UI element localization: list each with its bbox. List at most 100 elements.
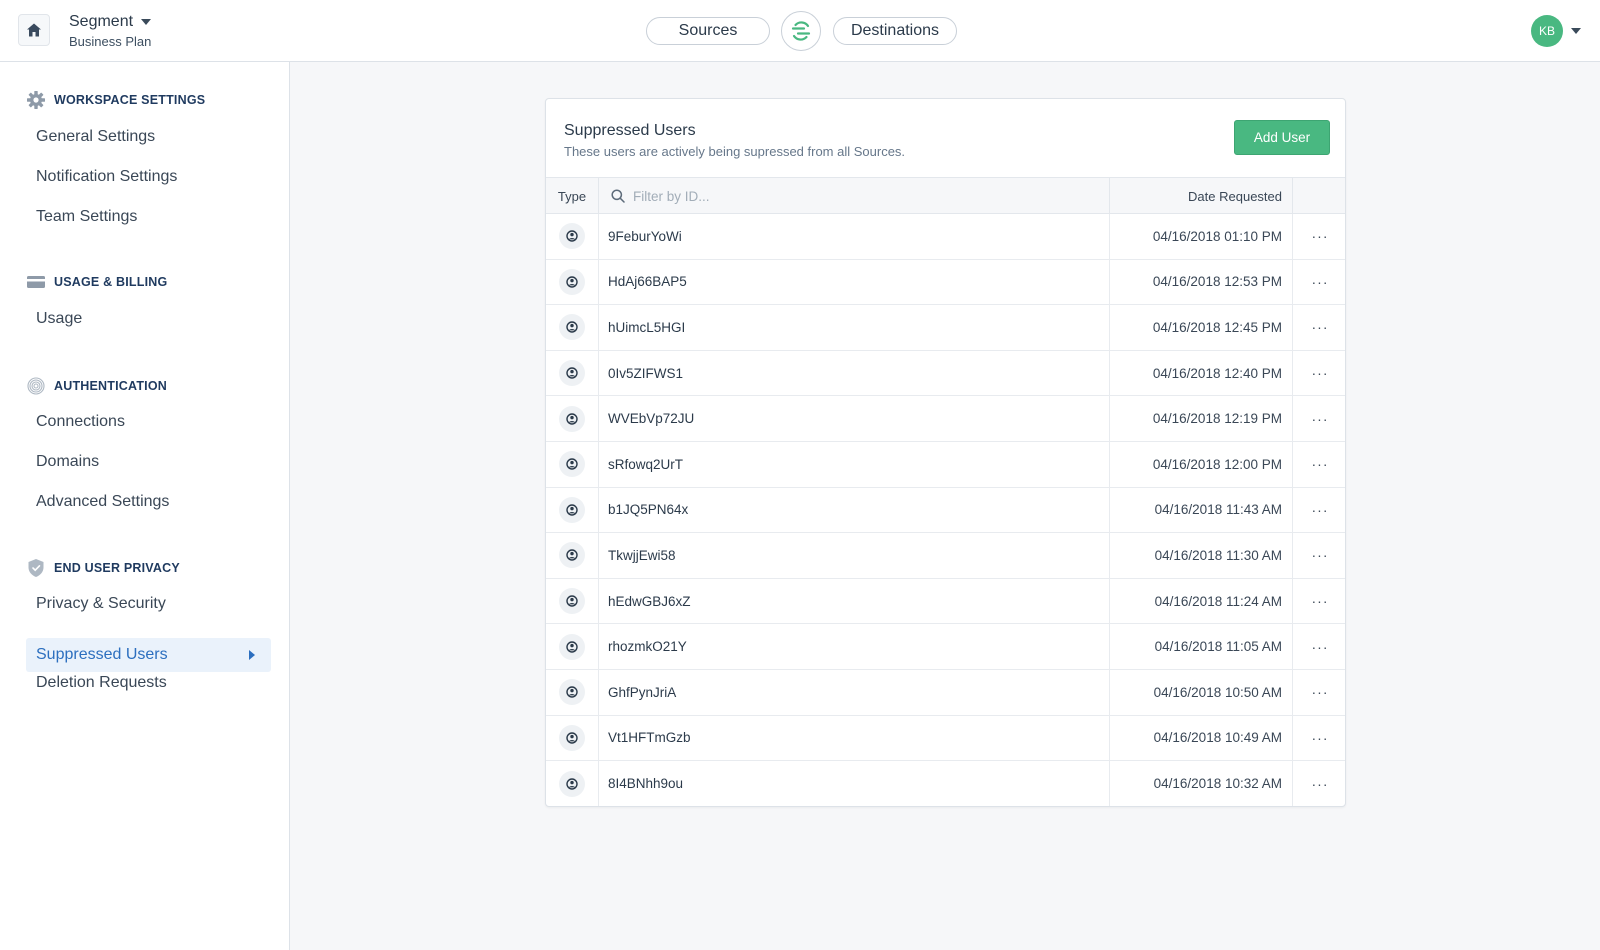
user-id-type-icon	[559, 542, 585, 569]
user-id: 9FeburYoWi	[599, 214, 1110, 259]
type-cell	[546, 761, 599, 806]
date-requested: 04/16/2018 12:45 PM	[1110, 305, 1293, 350]
sidebar-item-advanced-settings[interactable]: Advanced Settings	[26, 485, 271, 519]
row-more-options-button[interactable]: ···	[1293, 260, 1345, 305]
destinations-button[interactable]: Destinations	[833, 17, 957, 45]
table-row[interactable]: b1JQ5PN64x 04/16/2018 11:43 AM ···	[546, 487, 1345, 534]
section-authentication: AUTHENTICATION	[26, 376, 167, 396]
filter-cell	[599, 178, 1110, 214]
type-cell	[546, 578, 599, 624]
row-more-options-button[interactable]: ···	[1293, 305, 1345, 350]
table-row[interactable]: 8I4BNhh9ou 04/16/2018 10:32 AM ···	[546, 761, 1345, 806]
user-id: TkwjjEwi58	[599, 533, 1110, 578]
segment-logo-button[interactable]	[781, 11, 821, 51]
card-title: Suppressed Users	[564, 122, 696, 139]
workspace-switcher[interactable]: Segment Business Plan	[69, 13, 151, 49]
date-requested: 04/16/2018 01:10 PM	[1110, 214, 1293, 259]
sidebar-item-privacy-security[interactable]: Privacy & Security	[26, 587, 271, 621]
row-more-options-button[interactable]: ···	[1293, 214, 1345, 259]
date-requested: 04/16/2018 10:49 AM	[1110, 715, 1293, 761]
chevron-right-icon	[249, 650, 255, 660]
table-row[interactable]: TkwjjEwi58 04/16/2018 11:30 AM ···	[546, 533, 1345, 579]
user-id: HdAj66BAP5	[599, 259, 1110, 305]
row-more-options-button[interactable]: ···	[1293, 716, 1345, 761]
table-header: Type Date Requested	[546, 177, 1345, 214]
user-id: 8I4BNhh9ou	[599, 761, 1110, 806]
table-row[interactable]: rhozmkO21Y 04/16/2018 11:05 AM ···	[546, 624, 1345, 670]
sidebar-item-domains[interactable]: Domains	[26, 445, 271, 479]
filter-input[interactable]	[633, 188, 1033, 204]
row-more-options-button[interactable]: ···	[1293, 579, 1345, 624]
row-more-options-button[interactable]: ···	[1293, 533, 1345, 578]
date-requested: 04/16/2018 12:00 PM	[1110, 441, 1293, 487]
sidebar-item-usage[interactable]: Usage	[26, 302, 271, 336]
section-title: AUTHENTICATION	[54, 379, 167, 393]
table-row[interactable]: 9FeburYoWi 04/16/2018 01:10 PM ···	[546, 214, 1345, 260]
row-more-options-button[interactable]: ···	[1293, 351, 1345, 396]
type-cell	[546, 259, 599, 305]
user-id-type-icon	[559, 451, 585, 478]
add-user-button[interactable]: Add User	[1234, 120, 1330, 155]
table-row[interactable]: GhfPynJriA 04/16/2018 10:50 AM ···	[546, 669, 1345, 716]
top-bar: Segment Business Plan Sources Destinatio…	[0, 0, 1600, 62]
user-id: rhozmkO21Y	[599, 624, 1110, 669]
row-more-options-button[interactable]: ···	[1293, 624, 1345, 669]
credit-card-icon	[26, 272, 46, 292]
date-requested: 04/16/2018 12:19 PM	[1110, 396, 1293, 441]
table-row[interactable]: HdAj66BAP5 04/16/2018 12:53 PM ···	[546, 259, 1345, 306]
table-row[interactable]: 0Iv5ZIFWS1 04/16/2018 12:40 PM ···	[546, 350, 1345, 397]
date-requested: 04/16/2018 10:32 AM	[1110, 761, 1293, 806]
row-more-options-button[interactable]: ···	[1293, 396, 1345, 441]
type-cell	[546, 350, 599, 396]
sidebar-item-deletion-requests[interactable]: Deletion Requests	[26, 666, 271, 700]
card-subtitle: These users are actively being supressed…	[564, 144, 906, 159]
table-row[interactable]: WVEbVp72JU 04/16/2018 12:19 PM ···	[546, 396, 1345, 442]
sidebar-item-notification-settings[interactable]: Notification Settings	[26, 160, 271, 194]
user-id-type-icon	[559, 360, 585, 387]
type-cell	[546, 305, 599, 350]
user-id-type-icon	[559, 268, 585, 295]
date-requested: 04/16/2018 11:43 AM	[1110, 487, 1293, 533]
user-id: GhfPynJriA	[599, 669, 1110, 715]
column-header-type: Type	[546, 178, 599, 214]
user-id-type-icon	[559, 770, 585, 797]
date-requested: 04/16/2018 11:30 AM	[1110, 533, 1293, 578]
row-more-options-button[interactable]: ···	[1293, 442, 1345, 487]
section-workspace-settings: WORKSPACE SETTINGS	[26, 90, 205, 110]
user-id-type-icon	[559, 633, 585, 660]
type-cell	[546, 396, 599, 441]
user-id-type-icon	[559, 724, 585, 751]
user-id-type-icon	[559, 314, 585, 341]
type-cell	[546, 715, 599, 761]
type-cell	[546, 441, 599, 487]
date-requested: 04/16/2018 11:05 AM	[1110, 624, 1293, 669]
chevron-down-icon	[141, 19, 152, 25]
home-button[interactable]	[18, 14, 50, 46]
shield-icon	[26, 558, 46, 578]
segment-logo-icon	[791, 21, 811, 41]
suppressed-users-card: Suppressed Users These users are activel…	[545, 98, 1346, 807]
table-row[interactable]: sRfowq2UrT 04/16/2018 12:00 PM ···	[546, 441, 1345, 488]
user-id-type-icon	[559, 405, 585, 432]
chevron-down-icon[interactable]	[1571, 28, 1581, 34]
sidebar-item-connections[interactable]: Connections	[26, 405, 271, 439]
user-id: Vt1HFTmGzb	[599, 715, 1110, 761]
column-header-date-requested[interactable]: Date Requested	[1110, 178, 1293, 214]
row-more-options-button[interactable]: ···	[1293, 670, 1345, 715]
type-cell	[546, 533, 599, 578]
table-row[interactable]: hEdwGBJ6xZ 04/16/2018 11:24 AM ···	[546, 578, 1345, 625]
sources-button[interactable]: Sources	[646, 17, 770, 45]
sidebar-item-team-settings[interactable]: Team Settings	[26, 200, 271, 234]
home-icon	[27, 23, 41, 37]
table-row[interactable]: hUimcL5HGI 04/16/2018 12:45 PM ···	[546, 305, 1345, 351]
row-more-options-button[interactable]: ···	[1293, 761, 1345, 806]
suppressed-users-list: 9FeburYoWi 04/16/2018 01:10 PM ··· HdAj66BA…	[546, 214, 1345, 806]
date-requested: 04/16/2018 12:53 PM	[1110, 259, 1293, 305]
user-id-type-icon	[559, 496, 585, 523]
sidebar-item-general-settings[interactable]: General Settings	[26, 120, 271, 154]
user-id: hEdwGBJ6xZ	[599, 578, 1110, 624]
table-row[interactable]: Vt1HFTmGzb 04/16/2018 10:49 AM ···	[546, 715, 1345, 762]
user-id-type-icon	[559, 223, 585, 250]
user-avatar[interactable]: KB	[1531, 15, 1563, 47]
row-more-options-button[interactable]: ···	[1293, 488, 1345, 533]
